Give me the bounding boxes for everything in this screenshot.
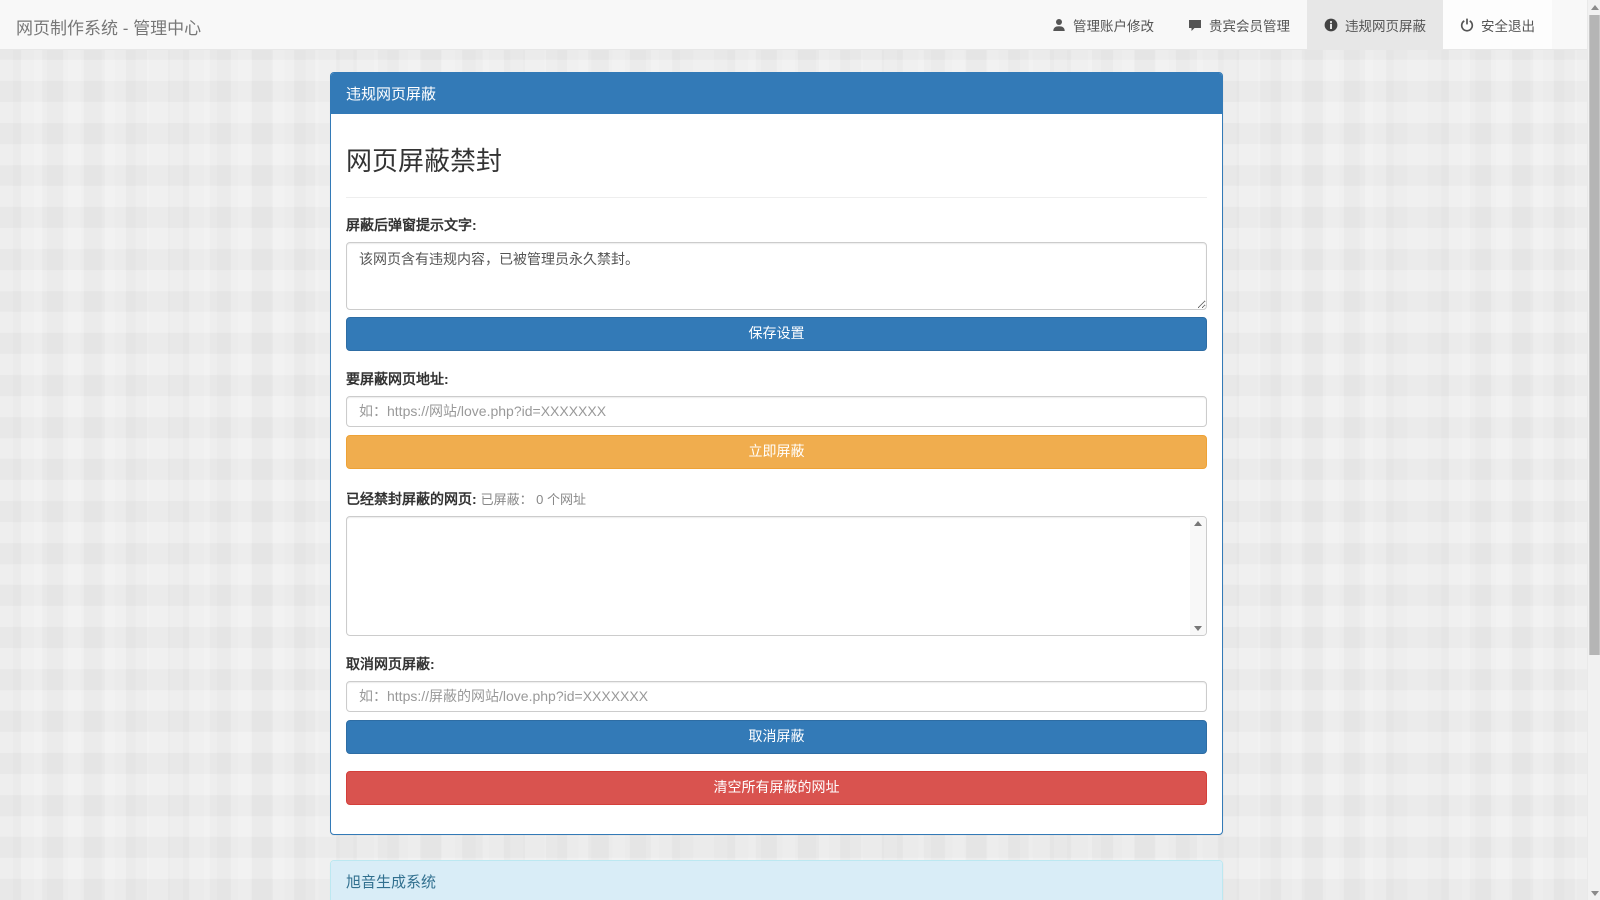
scroll-up-icon[interactable] bbox=[1194, 521, 1202, 526]
app-title: 网页制作系统 - 管理中心 bbox=[0, 0, 216, 49]
blocked-list-scrollbar[interactable] bbox=[1190, 517, 1206, 635]
block-now-button[interactable]: 立即屏蔽 bbox=[346, 435, 1207, 469]
page-title: 网页屏蔽禁封 bbox=[346, 141, 1207, 178]
unblock-url-label: 取消网页屏蔽: bbox=[346, 654, 1207, 674]
user-icon bbox=[1052, 18, 1066, 32]
blocked-count-note: 已屏蔽： 0 个网址 bbox=[481, 492, 586, 507]
popup-text-input[interactable]: 该网页含有违规内容，已被管理员永久禁封。 bbox=[346, 242, 1207, 310]
nav-item-label: 安全退出 bbox=[1481, 15, 1535, 35]
unblock-button[interactable]: 取消屏蔽 bbox=[346, 720, 1207, 754]
blocked-list-label-row: 已经禁封屏蔽的网页: 已屏蔽： 0 个网址 bbox=[346, 489, 1207, 509]
info-icon bbox=[1324, 18, 1338, 32]
unblock-url-input[interactable] bbox=[346, 681, 1207, 712]
block-url-label: 要屏蔽网页地址: bbox=[346, 369, 1207, 389]
scrollbar-up-icon[interactable] bbox=[1588, 0, 1600, 14]
navbar-menu: 管理账户修改 贵宾会员管理 违规网页屏蔽 安全退出 bbox=[1035, 0, 1552, 49]
nav-item-label: 违规网页屏蔽 bbox=[1345, 15, 1426, 35]
blocked-list-label: 已经禁封屏蔽的网页: bbox=[346, 491, 477, 507]
block-panel-header: 违规网页屏蔽 bbox=[331, 73, 1222, 114]
clear-all-button[interactable]: 清空所有屏蔽的网址 bbox=[346, 771, 1207, 805]
nav-item-vip[interactable]: 贵宾会员管理 bbox=[1171, 0, 1307, 49]
top-navbar: 网页制作系统 - 管理中心 管理账户修改 贵宾会员管理 违规网页屏蔽 bbox=[0, 0, 1600, 50]
nav-item-label: 管理账户修改 bbox=[1073, 15, 1154, 35]
power-icon bbox=[1460, 18, 1474, 32]
page-scrollbar[interactable] bbox=[1587, 0, 1600, 900]
popup-text-label: 屏蔽后弹窗提示文字: bbox=[346, 215, 1207, 235]
block-panel: 违规网页屏蔽 网页屏蔽禁封 屏蔽后弹窗提示文字: 该网页含有违规内容，已被管理员… bbox=[330, 72, 1223, 835]
block-panel-body: 网页屏蔽禁封 屏蔽后弹窗提示文字: 该网页含有违规内容，已被管理员永久禁封。 保… bbox=[331, 114, 1222, 834]
generator-panel-header: 旭音生成系统 bbox=[331, 861, 1222, 900]
comment-icon bbox=[1188, 18, 1202, 32]
nav-item-account[interactable]: 管理账户修改 bbox=[1035, 0, 1171, 49]
scrollbar-down-icon[interactable] bbox=[1588, 886, 1600, 900]
blocked-list-textarea[interactable] bbox=[346, 516, 1207, 636]
main-container: 违规网页屏蔽 网页屏蔽禁封 屏蔽后弹窗提示文字: 该网页含有违规内容，已被管理员… bbox=[330, 50, 1223, 900]
save-settings-button[interactable]: 保存设置 bbox=[346, 317, 1207, 351]
scrollbar-thumb[interactable] bbox=[1589, 15, 1600, 655]
scroll-down-icon[interactable] bbox=[1194, 626, 1202, 631]
nav-item-block[interactable]: 违规网页屏蔽 bbox=[1307, 0, 1443, 49]
generator-panel: 旭音生成系统 bbox=[330, 860, 1223, 900]
blocked-list-wrap bbox=[346, 516, 1207, 636]
block-url-input[interactable] bbox=[346, 396, 1207, 427]
nav-item-logout[interactable]: 安全退出 bbox=[1443, 0, 1552, 49]
divider bbox=[346, 197, 1207, 198]
nav-item-label: 贵宾会员管理 bbox=[1209, 15, 1290, 35]
